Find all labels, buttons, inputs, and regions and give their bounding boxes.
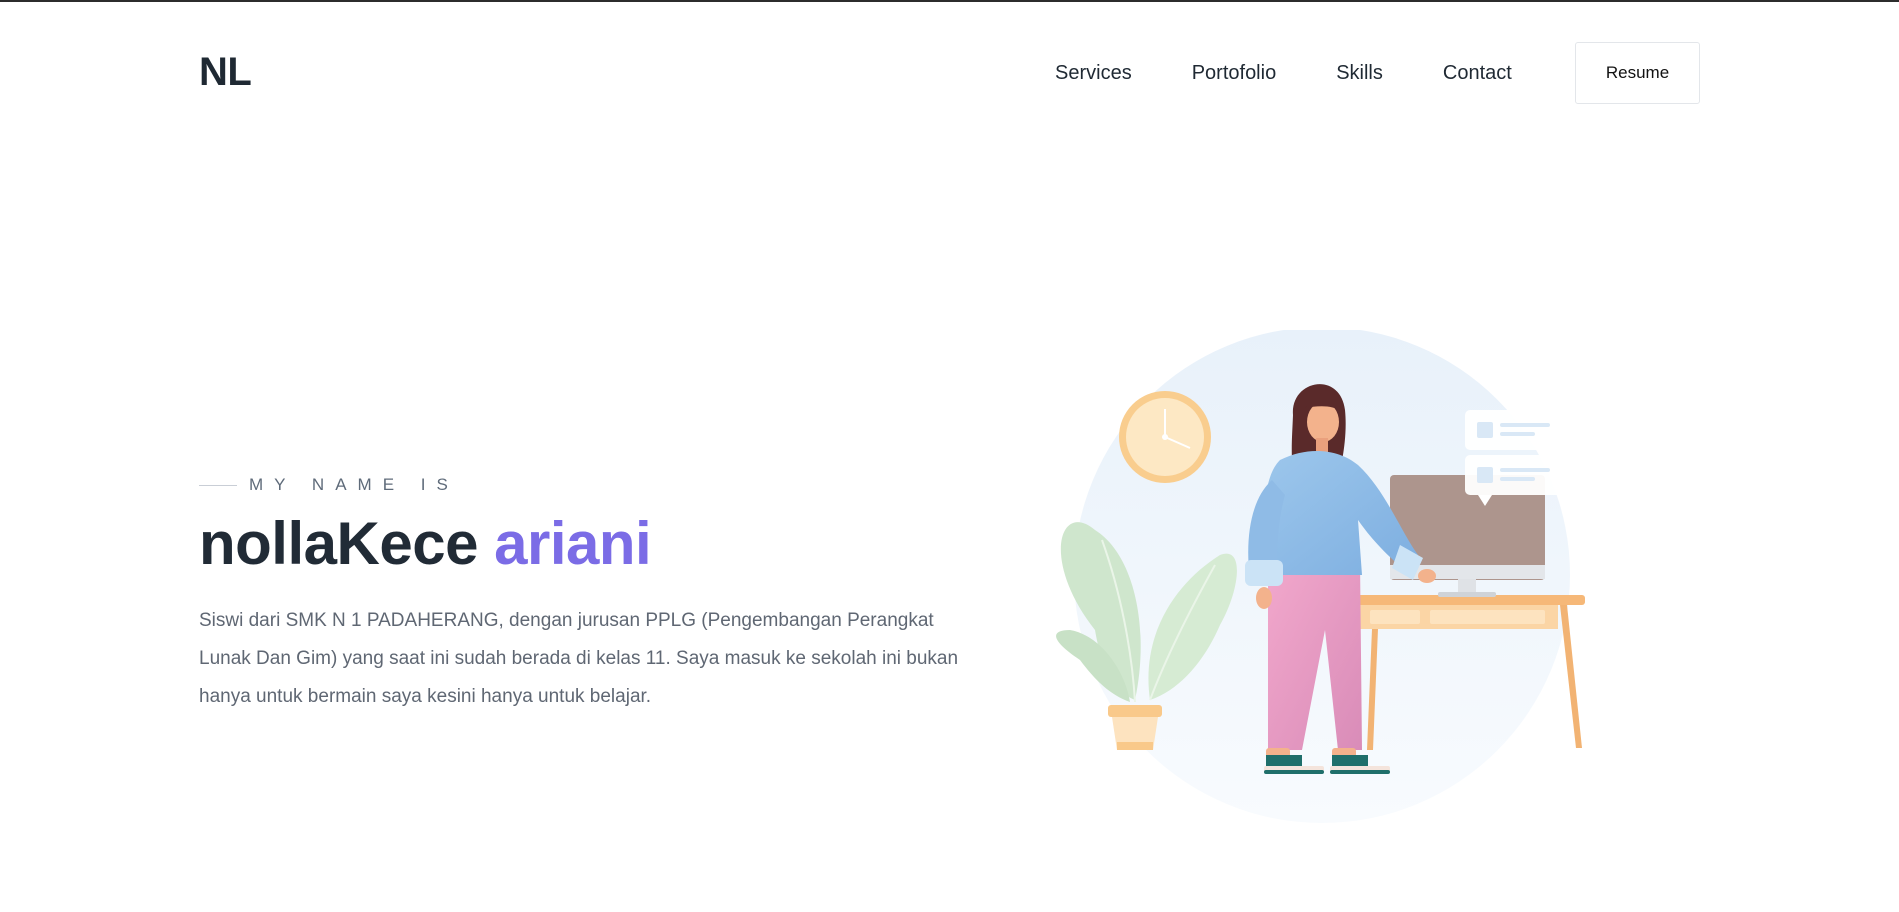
eyebrow-text: MY NAME IS [249,475,459,494]
name-accent: ariani [494,510,652,577]
hero-name: nollaKece ariani [199,508,999,580]
hero-illustration [1056,330,1585,823]
logo[interactable]: NL [199,50,252,95]
hero-bio: Siswi dari SMK N 1 PADAHERANG, dengan ju… [199,610,959,707]
chat-bubbles-icon [1465,410,1563,506]
name-first: nollaKece [199,510,478,577]
nav-portofolio[interactable]: Portofolio [1192,60,1277,86]
eyebrow: MY NAME IS [199,470,999,500]
main-nav: Services Portofolio Skills Contact [1055,60,1512,86]
eyebrow-line [199,484,237,486]
nav-skills[interactable]: Skills [1336,60,1383,86]
hero-intro: MY NAME IS nollaKece ariani Siswi dari S… [199,470,999,716]
resume-button[interactable]: Resume [1575,42,1700,104]
nav-contact[interactable]: Contact [1443,60,1512,86]
clock-icon [1119,391,1211,483]
site-header: NL Services Portofolio Skills Contact Re… [0,0,1899,150]
nav-services[interactable]: Services [1055,60,1132,86]
